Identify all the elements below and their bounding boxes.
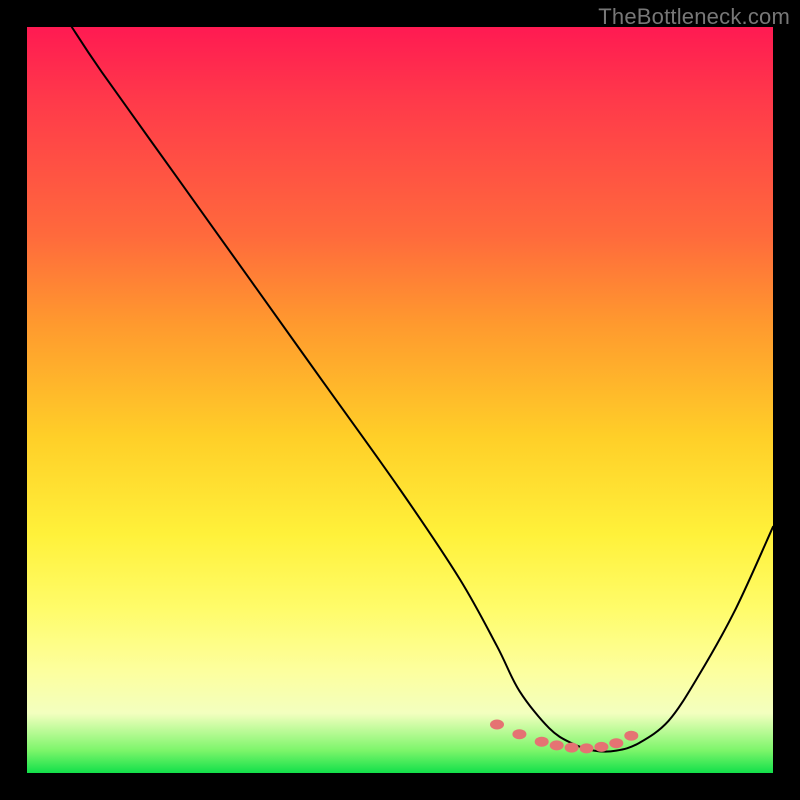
- curve-marker: [609, 738, 623, 748]
- curve-marker: [535, 737, 549, 747]
- curve-marker: [624, 731, 638, 741]
- watermark-text: TheBottleneck.com: [598, 4, 790, 30]
- chart-frame: TheBottleneck.com: [0, 0, 800, 800]
- curve-marker: [550, 740, 564, 750]
- curve-marker: [565, 743, 579, 753]
- chart-svg: [27, 27, 773, 773]
- curve-marker: [594, 742, 608, 752]
- curve-marker: [512, 729, 526, 739]
- plot-area: [27, 27, 773, 773]
- curve-marker: [580, 743, 594, 753]
- curve-marker: [490, 720, 504, 730]
- bottleneck-curve: [72, 27, 773, 752]
- marker-group: [490, 720, 638, 754]
